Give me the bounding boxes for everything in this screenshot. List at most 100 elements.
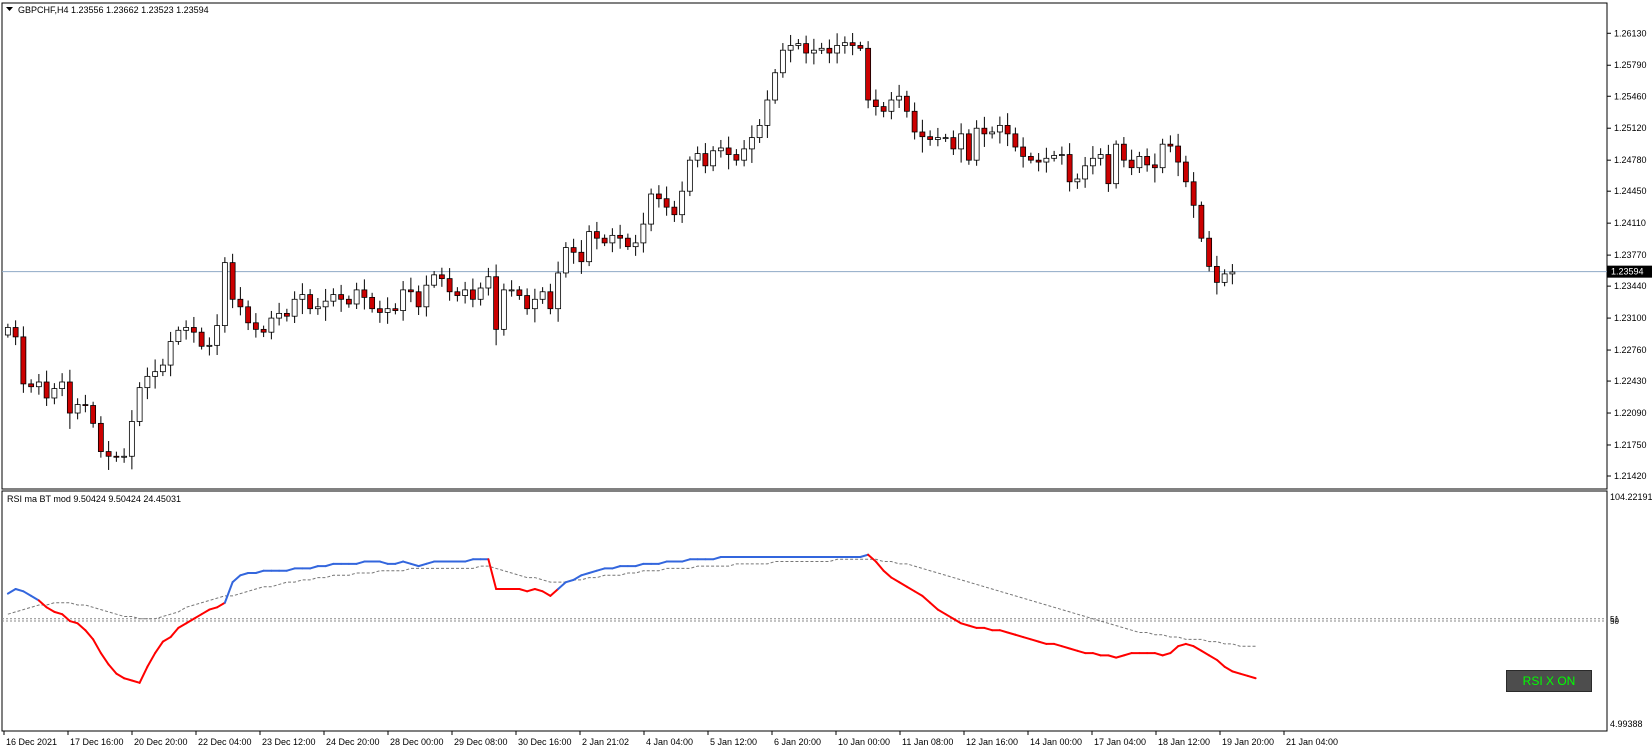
bear-candle-body bbox=[361, 289, 368, 298]
bear-candle-body bbox=[857, 45, 864, 49]
time-tick-label: 24 Dec 20:00 bbox=[326, 737, 380, 747]
candle bbox=[686, 156, 693, 197]
bull-candle-body bbox=[1058, 154, 1065, 156]
bear-candle-body bbox=[663, 198, 670, 208]
bull-candle-body bbox=[679, 190, 686, 216]
bull-candle-body bbox=[694, 153, 701, 161]
bear-candle-body bbox=[1206, 237, 1213, 267]
bear-candle-body bbox=[1066, 154, 1073, 183]
time-tick-label: 29 Dec 08:00 bbox=[454, 737, 508, 747]
bull-candle-body bbox=[136, 387, 143, 422]
bull-candle-body bbox=[183, 327, 190, 331]
bull-candle-body bbox=[353, 289, 360, 305]
time-tick-label: 28 Dec 00:00 bbox=[390, 737, 444, 747]
price-tick-label: 1.26130 bbox=[1614, 28, 1647, 38]
bear-candle-body bbox=[950, 137, 957, 150]
price-axis: 1.26130 1.25790 1.25460 1.25120 1.24780 1.244… bbox=[1607, 28, 1647, 481]
bear-candle-body bbox=[849, 42, 856, 46]
candle bbox=[965, 129, 972, 165]
bear-candle-body bbox=[1190, 181, 1197, 206]
bear-candle-body bbox=[407, 289, 414, 293]
bull-candle-body bbox=[841, 42, 848, 46]
bear-candle-body bbox=[438, 274, 445, 280]
bear-candle-body bbox=[392, 308, 399, 311]
trading-chart[interactable]: 1.26130 1.25790 1.25460 1.25120 1.24780 1.244… bbox=[0, 0, 1652, 752]
bull-candle-body bbox=[1051, 155, 1058, 159]
bull-candle-body bbox=[609, 234, 616, 244]
price-tick-label: 1.24780 bbox=[1614, 155, 1647, 165]
bull-candle-body bbox=[477, 287, 484, 300]
bull-candle-body bbox=[1229, 271, 1236, 275]
price-tick-label: 1.22760 bbox=[1614, 345, 1647, 355]
bull-candle-body bbox=[423, 284, 430, 308]
bear-candle-body bbox=[43, 381, 50, 399]
bull-candle-body bbox=[508, 289, 515, 292]
time-tick-label: 17 Jan 04:00 bbox=[1094, 737, 1146, 747]
bull-candle-body bbox=[531, 298, 538, 310]
time-tick-label: 12 Jan 16:00 bbox=[966, 737, 1018, 747]
time-tick-label: 20 Dec 20:00 bbox=[134, 737, 188, 747]
main-header: GBPCHF,H4 1.23556 1.23662 1.23523 1.2359… bbox=[18, 5, 209, 15]
bear-candle-body bbox=[1120, 143, 1127, 161]
bear-candle-body bbox=[880, 106, 887, 112]
bull-candle-body bbox=[772, 72, 779, 101]
bear-candle-body bbox=[593, 231, 600, 239]
bear-candle-body bbox=[493, 276, 500, 330]
time-tick-label: 10 Jan 00:00 bbox=[838, 737, 890, 747]
bull-candle-body bbox=[686, 159, 693, 192]
bull-candle-body bbox=[1082, 165, 1089, 180]
bear-candle-body bbox=[903, 95, 910, 112]
bull-candle-body bbox=[710, 150, 717, 167]
time-tick-label: 19 Jan 20:00 bbox=[1222, 737, 1274, 747]
bull-candle-body bbox=[640, 223, 647, 244]
bear-candle-body bbox=[927, 136, 934, 140]
candle bbox=[221, 257, 228, 333]
bull-candle-body bbox=[973, 127, 980, 161]
bear-candle-body bbox=[570, 247, 577, 253]
price-tick-label: 1.21750 bbox=[1614, 440, 1647, 450]
bull-candle-body bbox=[648, 193, 655, 225]
bull-candle-body bbox=[896, 95, 903, 101]
rsi-panel[interactable] bbox=[1, 490, 1608, 732]
bull-candle-body bbox=[810, 49, 817, 54]
rsi-x-on-button[interactable]: RSI X ON bbox=[1506, 670, 1592, 692]
bear-candle-body bbox=[702, 153, 709, 167]
bear-candle-body bbox=[578, 251, 585, 263]
bear-candle-body bbox=[12, 327, 19, 338]
bull-candle-body bbox=[1113, 143, 1120, 185]
bear-candle-body bbox=[524, 295, 531, 310]
candle bbox=[500, 283, 507, 336]
bull-candle-body bbox=[741, 148, 748, 161]
bear-candle-body bbox=[252, 322, 259, 330]
bear-candle-body bbox=[237, 298, 244, 308]
bull-candle-body bbox=[942, 137, 949, 140]
bull-candle-body bbox=[632, 242, 639, 248]
bear-candle-body bbox=[229, 262, 236, 300]
bull-candle-body bbox=[291, 298, 298, 317]
bear-candle-body bbox=[1182, 161, 1189, 183]
bear-candle-body bbox=[307, 294, 314, 310]
bear-candle-body bbox=[1020, 146, 1027, 157]
time-tick-label: 4 Jan 04:00 bbox=[646, 737, 693, 747]
bear-candle-body bbox=[20, 336, 27, 385]
rsi-axis: 104.22191 4.99388 bbox=[1610, 492, 1652, 729]
bear-candle-body bbox=[283, 312, 290, 317]
bear-candle-body bbox=[1035, 159, 1042, 163]
bull-candle-body bbox=[152, 371, 159, 377]
bear-candle-body bbox=[624, 237, 631, 248]
bear-candle-body bbox=[617, 234, 624, 239]
candle bbox=[1159, 138, 1166, 174]
bull-candle-body bbox=[121, 455, 128, 458]
price-tick-label: 1.23440 bbox=[1614, 281, 1647, 291]
bull-candle-body bbox=[431, 274, 438, 286]
time-tick-label: 30 Dec 16:00 bbox=[518, 737, 572, 747]
price-panel[interactable] bbox=[1, 2, 1608, 490]
candle bbox=[865, 41, 872, 109]
bull-candle-body bbox=[206, 344, 213, 347]
bear-candle-body bbox=[1198, 204, 1205, 239]
bull-candle-body bbox=[586, 231, 593, 263]
bear-candle-body bbox=[1167, 143, 1174, 147]
bull-candle-body bbox=[748, 137, 755, 150]
bull-candle-body bbox=[159, 364, 166, 373]
bull-candle-body bbox=[314, 306, 321, 310]
